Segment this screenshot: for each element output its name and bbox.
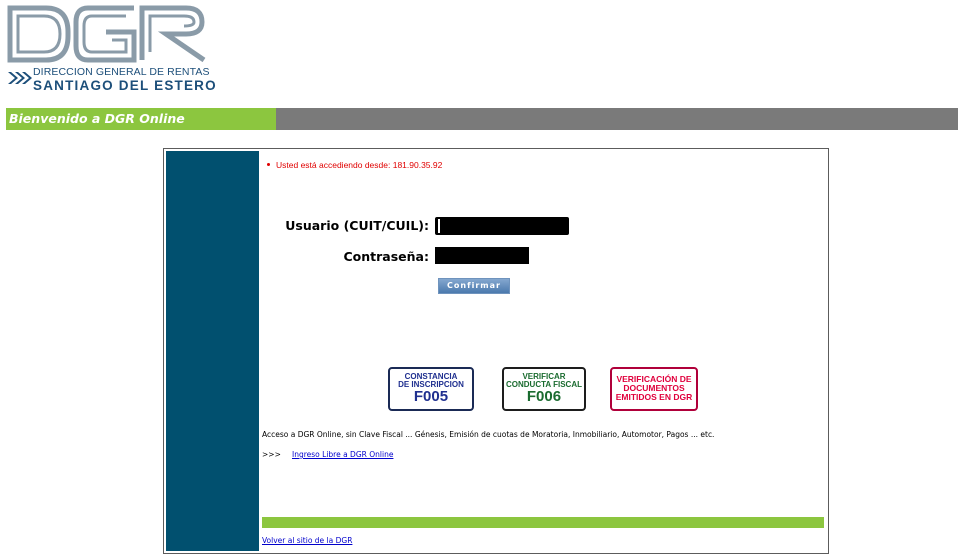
arrows-prefix: >>>	[262, 450, 281, 459]
welcome-banner: Bienvenido a DGR Online	[6, 108, 958, 130]
left-sidebar	[166, 151, 259, 551]
user-label: Usuario (CUIT/CUIL):	[285, 218, 429, 233]
volver-link[interactable]: Volver al sitio de la DGR	[262, 536, 352, 545]
footer-green-bar	[262, 517, 824, 528]
access-description: Acceso a DGR Online, sin Clave Fiscal ..…	[262, 430, 715, 439]
logo-org-line2: SANTIAGO DEL ESTERO	[33, 78, 217, 93]
constancia-inscripcion-button[interactable]: CONSTANCIA DE INSCRIPCION F005	[388, 367, 474, 411]
badge-code: F006	[526, 388, 562, 405]
ingreso-libre-link[interactable]: Ingreso Libre a DGR Online	[292, 450, 393, 459]
banner-green-segment: Bienvenido a DGR Online	[6, 108, 276, 130]
badge-code: F005	[413, 388, 449, 405]
login-content: Usted está accediendo desde: 181.90.35.9…	[262, 151, 825, 551]
login-panel: Usted está accediendo desde: 181.90.35.9…	[163, 148, 829, 554]
chevron-arrows-icon	[8, 72, 32, 84]
verificacion-documentos-button[interactable]: VERIFICACIÓN DE DOCUMENTOS EMITIDOS EN D…	[610, 367, 698, 411]
verificar-conducta-fiscal-button[interactable]: VERIFICAR CONDUCTA FISCAL F006	[502, 367, 586, 411]
logo-org-line1: DIRECCION GENERAL DE RENTAS	[33, 66, 210, 78]
user-input[interactable]	[435, 217, 569, 235]
bullet-icon	[267, 163, 270, 167]
ip-warning: Usted está accediendo desde: 181.90.35.9…	[267, 160, 442, 170]
badge-line3: EMITIDOS EN DGR	[615, 392, 693, 402]
banner-title: Bienvenido a DGR Online	[9, 111, 185, 126]
password-input[interactable]	[435, 247, 529, 264]
confirm-button[interactable]: Confirmar	[438, 278, 510, 294]
password-label: Contraseña:	[343, 249, 430, 264]
ip-warning-text: Usted está accediendo desde: 181.90.35.9…	[276, 160, 443, 170]
text-caret	[438, 219, 440, 233]
